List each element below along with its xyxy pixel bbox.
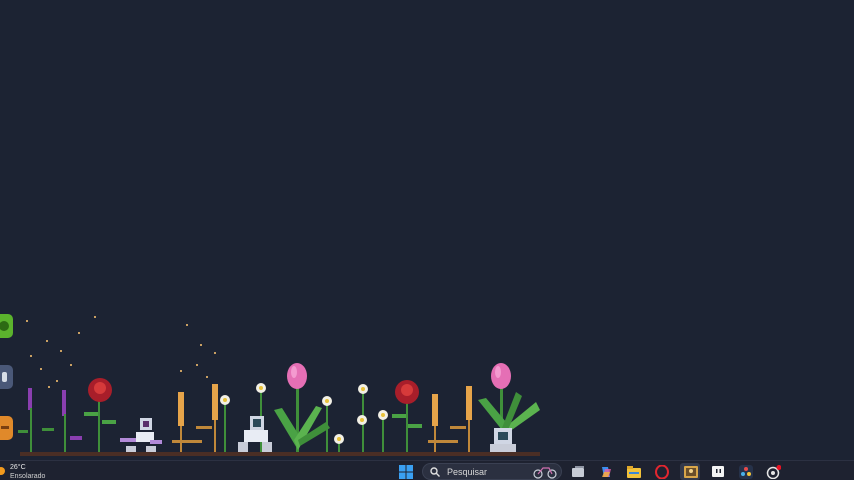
search-icon (430, 467, 440, 477)
folder-icon (626, 465, 641, 478)
davinci-resolve-button[interactable] (738, 464, 753, 479)
tool-icon (1, 426, 9, 429)
weather-widget[interactable]: 26°C Ensolarado (0, 462, 60, 480)
pixel-garden-art (18, 316, 540, 456)
sun-icon (0, 467, 5, 475)
search-placeholder: Pesquisar (447, 467, 488, 477)
photos-button[interactable] (683, 464, 698, 479)
copilot-button[interactable] (598, 464, 613, 479)
windows-logo-icon (398, 464, 413, 479)
side-widget-green[interactable] (0, 314, 13, 338)
opera-button[interactable] (654, 464, 669, 479)
openai-icon (766, 464, 781, 479)
desktop-wallpaper (0, 0, 854, 460)
search-input[interactable]: Pesquisar (422, 463, 562, 480)
mouse-icon (2, 372, 7, 382)
weather-condition: Ensolarado (10, 473, 46, 480)
weather-temperature: 26°C (10, 464, 26, 471)
copilot-icon (601, 466, 611, 477)
play-icon (0, 321, 9, 331)
photos-icon (683, 465, 698, 478)
task-view-icon (571, 465, 584, 477)
task-view-button[interactable] (570, 464, 585, 479)
davinci-icon (738, 464, 753, 479)
side-widget-orange[interactable] (0, 416, 13, 440)
file-explorer-button[interactable] (626, 464, 641, 479)
chatgpt-button[interactable] (766, 464, 781, 479)
twitch-icon (711, 465, 724, 477)
bicycle-icon (533, 467, 557, 479)
side-widget-mouse[interactable] (0, 365, 13, 389)
start-button[interactable] (398, 464, 413, 479)
opera-icon (654, 464, 669, 479)
taskbar: 26°C Ensolarado Pesquisar (0, 460, 854, 480)
twitch-button[interactable] (710, 464, 725, 479)
